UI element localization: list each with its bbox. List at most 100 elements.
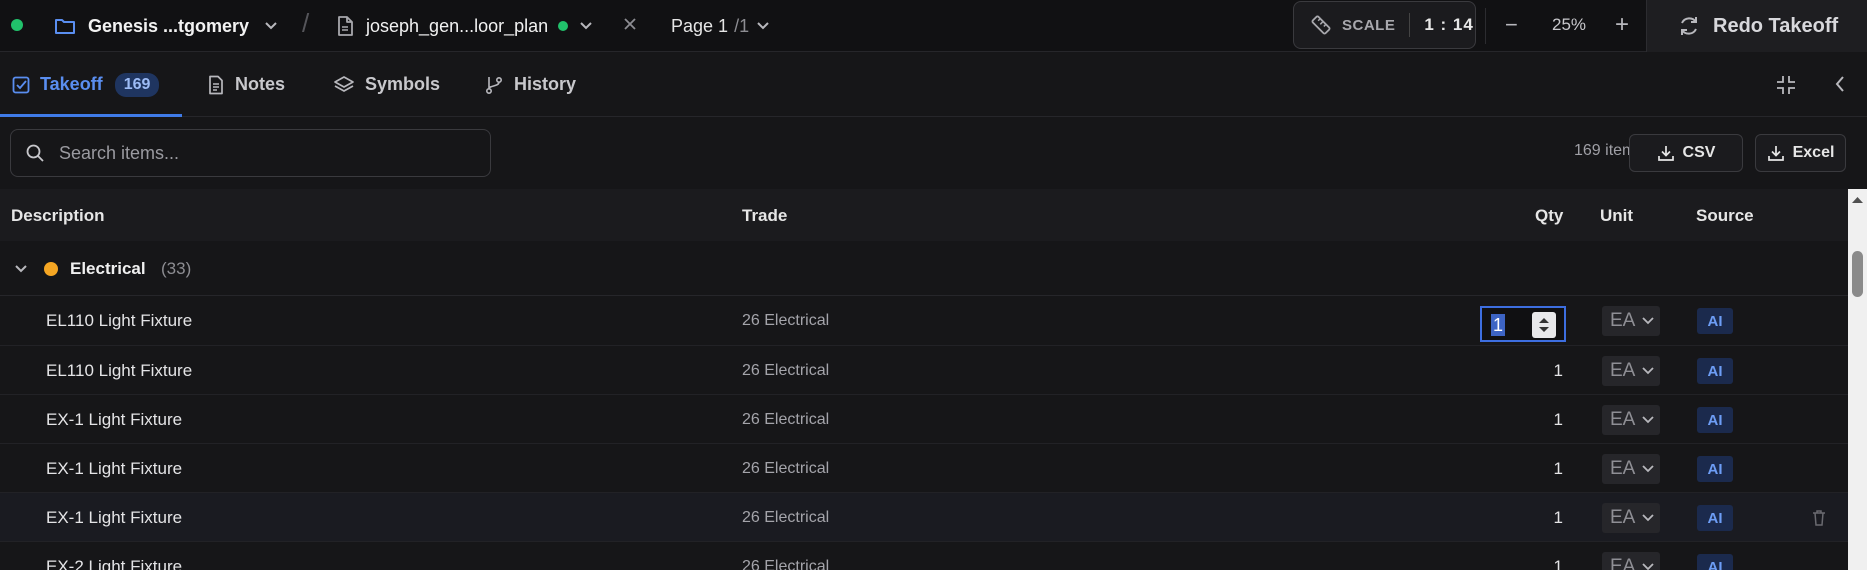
- page-total: /1: [734, 15, 750, 36]
- scroll-up-arrow-icon[interactable]: [1848, 193, 1867, 207]
- unit-select[interactable]: EA: [1602, 503, 1660, 533]
- row-qty[interactable]: 1: [1554, 508, 1563, 528]
- row-description: EX-1 Light Fixture: [46, 410, 183, 429]
- unit-select[interactable]: EA: [1602, 454, 1660, 484]
- chevron-down-icon[interactable]: [13, 263, 29, 275]
- table-header: Description Trade Qty Unit Source: [0, 189, 1848, 241]
- qty-stepper[interactable]: [1532, 312, 1556, 338]
- row-qty[interactable]: 1: [1554, 410, 1563, 430]
- source-badge: AI: [1697, 505, 1733, 531]
- file-name: joseph_gen...loor_plan: [366, 15, 549, 36]
- checkbox-icon: [12, 76, 30, 93]
- redo-takeoff-button[interactable]: Redo Takeoff: [1647, 0, 1867, 52]
- scale-value: 1 : 14: [1424, 15, 1474, 34]
- row-qty[interactable]: 1: [1554, 557, 1563, 570]
- tab-symbols[interactable]: Symbols: [333, 52, 440, 117]
- row-qty[interactable]: 1: [1554, 459, 1563, 479]
- unit-select[interactable]: EA: [1602, 356, 1660, 386]
- export-excel-button[interactable]: Excel: [1755, 134, 1846, 172]
- chevron-down-icon: [1642, 416, 1654, 424]
- download-icon: [1767, 146, 1784, 161]
- row-trade: 26 Electrical: [742, 362, 830, 379]
- zoom-level: 25%: [1552, 15, 1587, 34]
- row-description: EL110 Light Fixture: [46, 311, 193, 330]
- qty-input-value: 1: [1491, 314, 1505, 336]
- file-icon: [338, 16, 353, 36]
- table-row[interactable]: EX-1 Light Fixture 26 Electrical 1 EA AI: [0, 395, 1848, 444]
- chevron-down-icon: [1642, 367, 1654, 375]
- group-color-dot: [44, 262, 58, 276]
- tab-history[interactable]: History: [484, 52, 576, 117]
- unit-select[interactable]: EA: [1602, 552, 1660, 570]
- refresh-icon: [1681, 17, 1697, 35]
- table-row[interactable]: EX-1 Light Fixture 26 Electrical 1 EA AI: [0, 444, 1848, 493]
- collapse-icon[interactable]: [1774, 73, 1798, 97]
- row-description: EL110 Light Fixture: [46, 361, 193, 380]
- ruler-icon: [1311, 15, 1331, 35]
- unit-select[interactable]: EA: [1602, 405, 1660, 435]
- zoom-in-button[interactable]: +: [1615, 11, 1629, 39]
- table-row[interactable]: EL110 Light Fixture 26 Electrical 1 EA A…: [0, 346, 1848, 395]
- redo-takeoff-label: Redo Takeoff: [1713, 14, 1839, 37]
- unit-value: EA: [1610, 458, 1636, 479]
- column-header-description[interactable]: Description: [11, 206, 105, 226]
- row-trade: 26 Electrical: [742, 509, 830, 526]
- top-bar: Genesis ...tgomery / joseph_gen...loor_p…: [0, 0, 1867, 52]
- source-badge: AI: [1697, 358, 1733, 384]
- group-name: Electrical: [70, 259, 146, 278]
- table-row[interactable]: EL110 Light Fixture 26 Electrical EA AI: [0, 296, 1848, 346]
- document-icon: [209, 75, 223, 94]
- table-row[interactable]: EX-1 Light Fixture 26 Electrical 1 EA AI: [0, 493, 1848, 542]
- source-badge: AI: [1697, 456, 1733, 482]
- unit-select[interactable]: EA: [1602, 306, 1660, 336]
- zoom-out-button[interactable]: −: [1505, 12, 1518, 38]
- scrollbar[interactable]: [1848, 189, 1867, 570]
- trash-icon[interactable]: [1811, 509, 1827, 527]
- export-csv-button[interactable]: CSV: [1629, 134, 1743, 172]
- column-header-source[interactable]: Source: [1696, 206, 1754, 226]
- file-selector[interactable]: joseph_gen...loor_plan: [336, 12, 594, 40]
- takeoff-count-badge: 169: [114, 72, 160, 97]
- close-icon[interactable]: [621, 15, 639, 33]
- chevron-down-icon: [1642, 317, 1654, 325]
- layers-icon: [334, 75, 354, 92]
- column-header-trade[interactable]: Trade: [742, 206, 787, 226]
- scale-control[interactable]: SCALE 1 : 14: [1293, 1, 1476, 49]
- scale-divider: [1409, 13, 1411, 37]
- connection-status-dot: [11, 19, 23, 31]
- search-box[interactable]: [10, 129, 491, 177]
- row-description: EX-1 Light Fixture: [46, 508, 183, 527]
- chevron-down-icon: [1642, 514, 1654, 522]
- tab-history-label: History: [514, 74, 577, 94]
- column-header-unit[interactable]: Unit: [1600, 206, 1633, 226]
- chevron-left-icon[interactable]: [1832, 74, 1848, 94]
- export-csv-label: CSV: [1682, 144, 1716, 161]
- source-badge: AI: [1697, 407, 1733, 433]
- chevron-down-icon: [580, 22, 592, 30]
- folder-icon: [55, 19, 75, 34]
- group-row-electrical[interactable]: Electrical (33): [0, 241, 1848, 296]
- scale-label: SCALE: [1342, 16, 1396, 34]
- column-header-qty[interactable]: Qty: [1535, 206, 1563, 226]
- row-description: EX-1 Light Fixture: [46, 459, 183, 478]
- page-selector[interactable]: Page 1 /1: [671, 13, 771, 39]
- row-trade: 26 Electrical: [742, 460, 830, 477]
- tab-takeoff-label: Takeoff: [40, 74, 103, 94]
- download-icon: [1657, 146, 1674, 161]
- row-qty[interactable]: 1: [1554, 361, 1563, 381]
- export-excel-label: Excel: [1792, 144, 1835, 161]
- tab-bar: Takeoff 169 Notes Symbols History: [0, 52, 1867, 117]
- tab-notes[interactable]: Notes: [207, 52, 285, 117]
- table-row[interactable]: EX-2 Light Fixture 26 Electrical 1 EA AI: [0, 542, 1848, 570]
- project-name: Genesis ...tgomery: [88, 15, 250, 36]
- qty-input[interactable]: 1: [1480, 306, 1566, 342]
- search-input[interactable]: [59, 142, 479, 164]
- source-badge: AI: [1697, 554, 1733, 570]
- git-branch-icon: [485, 76, 503, 94]
- tab-takeoff[interactable]: Takeoff 169: [12, 52, 160, 117]
- scrollbar-thumb[interactable]: [1852, 251, 1863, 297]
- chevron-down-icon: [1642, 465, 1654, 473]
- project-selector[interactable]: Genesis ...tgomery: [54, 12, 279, 40]
- row-description: EX-2 Light Fixture: [46, 557, 183, 570]
- unit-value: EA: [1610, 507, 1636, 528]
